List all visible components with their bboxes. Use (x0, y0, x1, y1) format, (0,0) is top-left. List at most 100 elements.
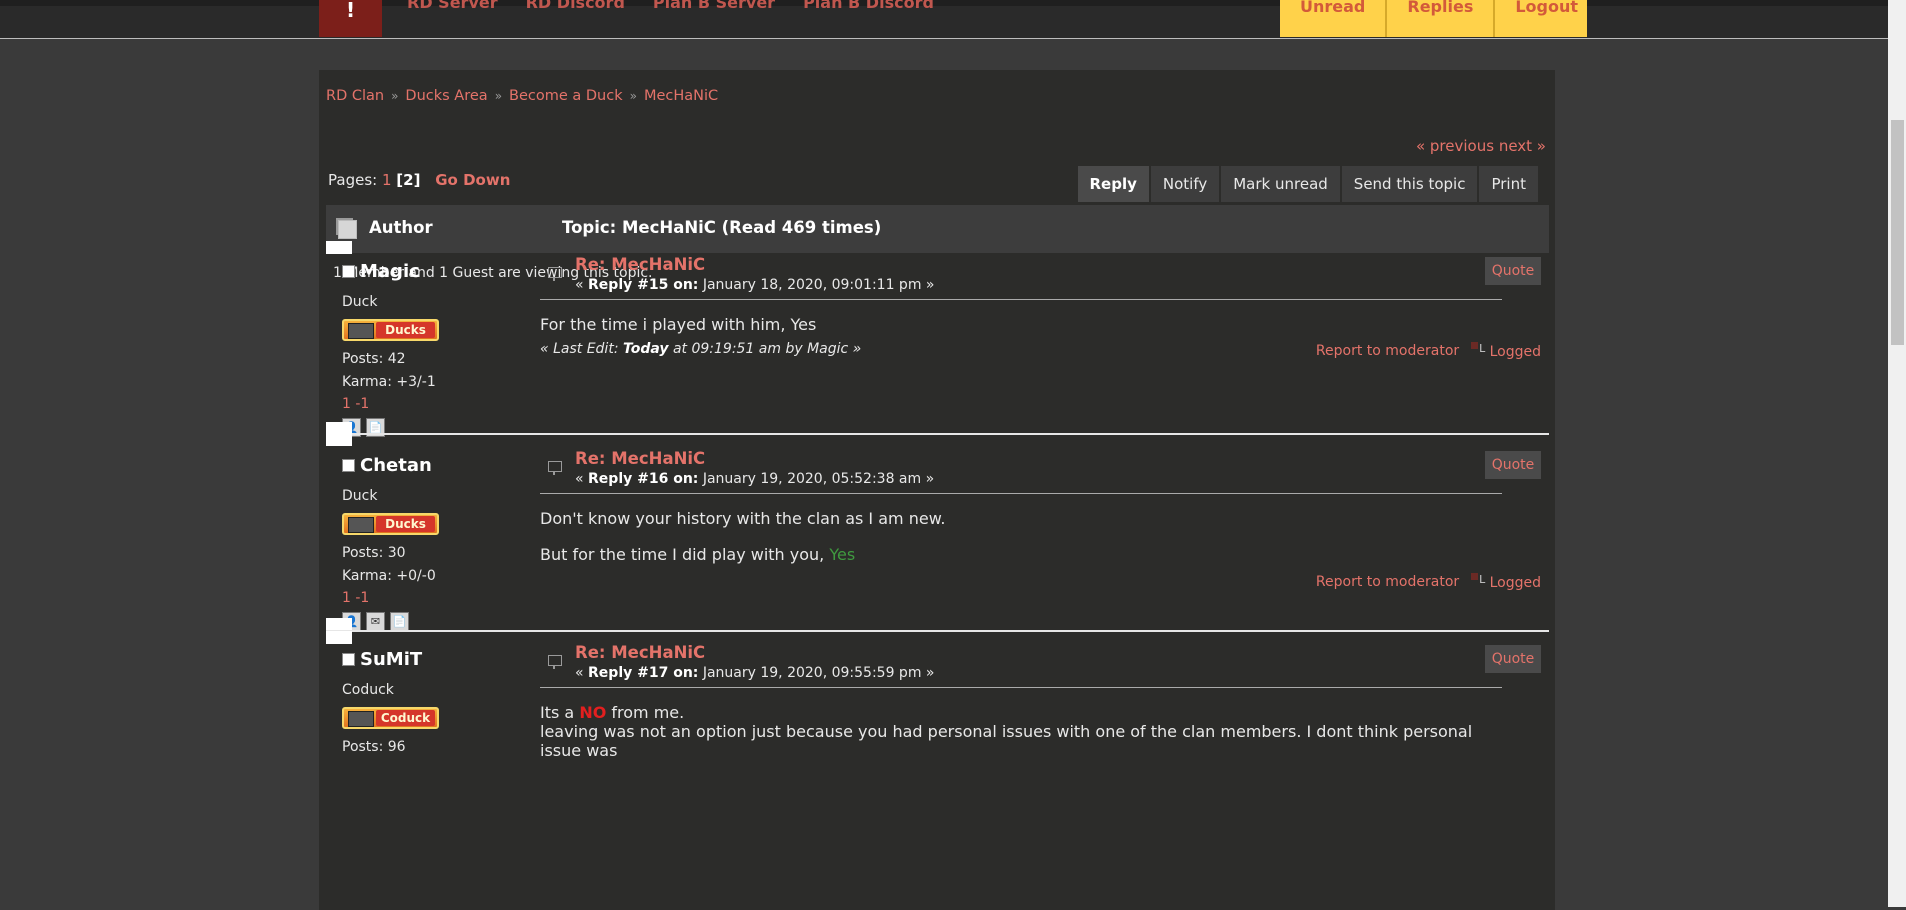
poster-name[interactable]: SuMiT (360, 649, 422, 670)
topic-header: Author Topic: MecHaNiC (Read 469 times) (326, 205, 1549, 253)
post-anchor-tab (326, 422, 352, 446)
select-checkbox[interactable] (342, 265, 355, 278)
post-count: Posts: 30 (342, 545, 406, 561)
karma: Karma: +0/-0 (342, 568, 436, 584)
forum-content: RD Clan » Ducks Area » Become a Duck » M… (319, 70, 1555, 910)
topic-actions: Reply Notify Mark unread Send this topic… (1075, 166, 1538, 202)
tab-unread[interactable]: Unread (1280, 0, 1388, 37)
edit-day: Today (622, 341, 669, 357)
poster-name[interactable]: Chetan (360, 455, 432, 476)
rank-badge: Ducks (342, 513, 439, 535)
post-rule (540, 687, 1502, 688)
tab-logout[interactable]: Logout (1495, 0, 1588, 37)
breadcrumb-rd-clan[interactable]: RD Clan (326, 88, 384, 104)
post-rule (540, 493, 1502, 494)
post-meta: « Reply #16 on: January 19, 2020, 05:52:… (575, 471, 934, 487)
edit-prefix: « Last Edit: (540, 341, 623, 357)
scrollbar-thumb[interactable] (1891, 120, 1904, 345)
quote-button[interactable]: Quote (1485, 257, 1541, 285)
badge-image-icon (348, 323, 374, 339)
edit-rest: at 09:19:51 am by Magic » (668, 341, 862, 357)
email-icon[interactable]: ✉ (366, 612, 385, 631)
reply-button[interactable]: Reply (1075, 166, 1149, 202)
post-footer-links: Report to moderator Logged (1316, 342, 1541, 360)
report-to-moderator-link[interactable]: Report to moderator (1316, 343, 1459, 359)
pages-label: Pages: (328, 171, 378, 189)
topic-title: Topic: MecHaNiC (Read 469 times) (562, 218, 882, 237)
top-nav: RD Server RD Discord Plan B Server Plan … (407, 0, 934, 12)
go-down-link[interactable]: Go Down (435, 171, 510, 189)
nav-rd-server[interactable]: RD Server (407, 0, 498, 12)
pagination: Pages: 1 [2] Go Down (328, 171, 510, 189)
rank-badge: Coduck (342, 707, 439, 729)
karma-vote-links[interactable]: 1 -1 (342, 396, 542, 412)
post-subject[interactable]: Re: MecHaNiC (575, 643, 705, 662)
nav-planb-discord[interactable]: Plan B Discord (803, 0, 934, 12)
logged-indicator: Logged (1471, 573, 1541, 591)
reply-number[interactable]: Reply #17 on: (588, 665, 698, 681)
post-body: Don't know your history with the clan as… (540, 509, 1500, 564)
post-anchor-tab (326, 631, 352, 644)
reply-number[interactable]: Reply #16 on: (588, 471, 698, 487)
post-divider (326, 433, 1549, 435)
post-date: January 18, 2020, 09:01:11 pm » (698, 277, 935, 293)
badge-image-icon (348, 517, 374, 533)
post-body-line: Its a NO from me. (540, 703, 1500, 722)
karma-vote-links[interactable]: 1 -1 (342, 590, 542, 606)
rank-badge: Ducks (342, 319, 439, 341)
post-body: Its a NO from me. leaving was not an opt… (540, 703, 1500, 760)
quote-button[interactable]: Quote (1485, 645, 1541, 673)
posts-icon[interactable]: 📄 (390, 612, 409, 631)
meta-prefix: « (575, 471, 589, 487)
post-rule (540, 299, 1502, 300)
nav-rd-discord[interactable]: RD Discord (526, 0, 625, 12)
post-meta: « Reply #17 on: January 19, 2020, 09:55:… (575, 665, 934, 681)
nav-planb-server[interactable]: Plan B Server (653, 0, 775, 12)
quote-button[interactable]: Quote (1485, 451, 1541, 479)
post-body-line: But for the time I did play with you, Ye… (540, 545, 1500, 564)
poster-info: SuMiT Coduck Coduck Posts: 96 (342, 649, 542, 755)
site-logo[interactable]: ! (319, 0, 382, 37)
tab-replies[interactable]: Replies (1387, 0, 1496, 37)
logo-text: ! (345, 0, 356, 22)
page-scrollbar[interactable] (1888, 0, 1906, 907)
post-body-line: leaving was not an option just because y… (540, 722, 1473, 760)
logged-indicator: Logged (1471, 342, 1541, 360)
breadcrumb-topic[interactable]: MecHaNiC (644, 88, 718, 104)
report-to-moderator-link[interactable]: Report to moderator (1316, 574, 1459, 590)
post-subject[interactable]: Re: MecHaNiC (575, 255, 705, 274)
logged-ip-icon (1471, 573, 1485, 587)
profile-icons: 👤 ✉ 📄 (342, 612, 542, 631)
post-date: January 19, 2020, 05:52:38 am » (698, 471, 935, 487)
reply-number[interactable]: Reply #15 on: (588, 277, 698, 293)
breadcrumb-separator: » (629, 89, 637, 103)
prev-next-links[interactable]: « previous next » (1416, 137, 1546, 155)
poster-info: Chetan Duck Ducks Posts: 30 Karma: +0/-0… (342, 455, 542, 631)
post-body: For the time i played with him, Yes (540, 315, 817, 334)
send-topic-button[interactable]: Send this topic (1339, 166, 1478, 202)
breadcrumb-ducks-area[interactable]: Ducks Area (405, 88, 487, 104)
breadcrumb-become-a-duck[interactable]: Become a Duck (509, 88, 623, 104)
poster-name-row: Chetan (342, 455, 542, 476)
top-bar: ! RD Server RD Discord Plan B Server Pla… (0, 0, 1888, 39)
poster-name-row: SuMiT (342, 649, 542, 670)
poster-name-row: Magic (342, 261, 542, 282)
print-button[interactable]: Print (1477, 166, 1538, 202)
notify-button[interactable]: Notify (1148, 166, 1220, 202)
page-link-1[interactable]: 1 (382, 171, 392, 189)
select-checkbox[interactable] (342, 459, 355, 472)
top-shade (0, 0, 1888, 6)
post-body-no: NO (579, 703, 607, 722)
last-edit-note: « Last Edit: Today at 09:19:51 am by Mag… (540, 341, 861, 357)
mark-unread-button[interactable]: Mark unread (1219, 166, 1340, 202)
poster-name[interactable]: Magic (360, 261, 420, 282)
select-checkbox[interactable] (342, 653, 355, 666)
post-footer-links: Report to moderator Logged (1316, 573, 1541, 591)
badge-label: Ducks (376, 516, 435, 532)
meta-prefix: « (575, 277, 589, 293)
poster-info: Magic Duck Ducks Posts: 42 Karma: +3/-1 … (342, 261, 542, 437)
breadcrumb: RD Clan » Ducks Area » Become a Duck » M… (326, 88, 718, 104)
badge-label: Ducks (376, 322, 435, 338)
post-body-text: Its a (540, 703, 580, 722)
post-subject[interactable]: Re: MecHaNiC (575, 449, 705, 468)
